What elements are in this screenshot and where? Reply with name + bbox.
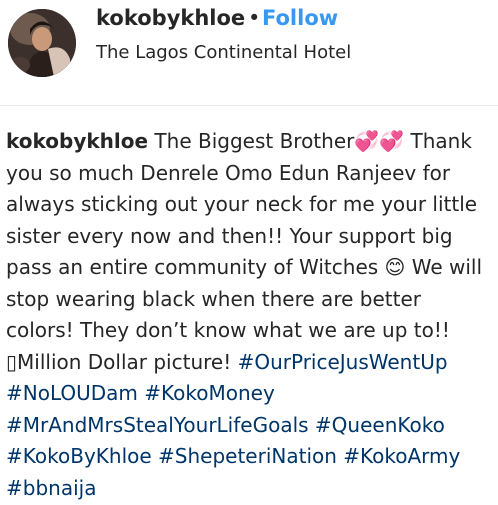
hearts-emoji: 💞💞 bbox=[354, 129, 405, 153]
separator-dot: • bbox=[248, 6, 261, 30]
post-location[interactable]: The Lagos Continental Hotel bbox=[96, 42, 351, 63]
hashtag-mrandmrsstealyourlifegoals[interactable]: #MrAndMrsStealYourLifeGoals bbox=[6, 413, 309, 437]
post-header: kokobykhloe • Follow The Lagos Continent… bbox=[0, 0, 498, 98]
avatar-image bbox=[8, 9, 76, 77]
hashtag-kokomoney[interactable]: #KokoMoney bbox=[144, 381, 275, 405]
caption-username[interactable]: kokobykhloe bbox=[6, 129, 148, 153]
hashtag-ourpricejuswentup[interactable]: #OurPriceJusWentUp bbox=[238, 350, 448, 374]
hashtag-kokobykhloe[interactable]: #KokoByKhloe bbox=[6, 444, 152, 468]
unknown-glyph: ▯ bbox=[6, 349, 18, 374]
hashtag-shepeterination[interactable]: #ShepeteriNation bbox=[158, 444, 337, 468]
hashtag-noloudam[interactable]: #NoLOUDam bbox=[6, 381, 138, 405]
follow-button[interactable]: Follow bbox=[262, 6, 338, 30]
hashtag-queenkoko[interactable]: #QueenKoko bbox=[315, 413, 445, 437]
smile-emoji: 😊 bbox=[384, 255, 406, 279]
post-caption: kokobykhloe The Biggest Brother💞💞 Thank … bbox=[6, 126, 494, 504]
avatar[interactable] bbox=[8, 9, 76, 77]
header-divider bbox=[0, 105, 498, 106]
caption-text-1: The Biggest Brother bbox=[148, 129, 355, 153]
post-username[interactable]: kokobykhloe bbox=[96, 6, 245, 30]
hashtag-kokoarmy[interactable]: #KokoArmy bbox=[343, 444, 460, 468]
caption-text-4: Million Dollar picture! bbox=[17, 349, 238, 374]
hashtag-bbnaija[interactable]: #bbnaija bbox=[6, 476, 96, 500]
